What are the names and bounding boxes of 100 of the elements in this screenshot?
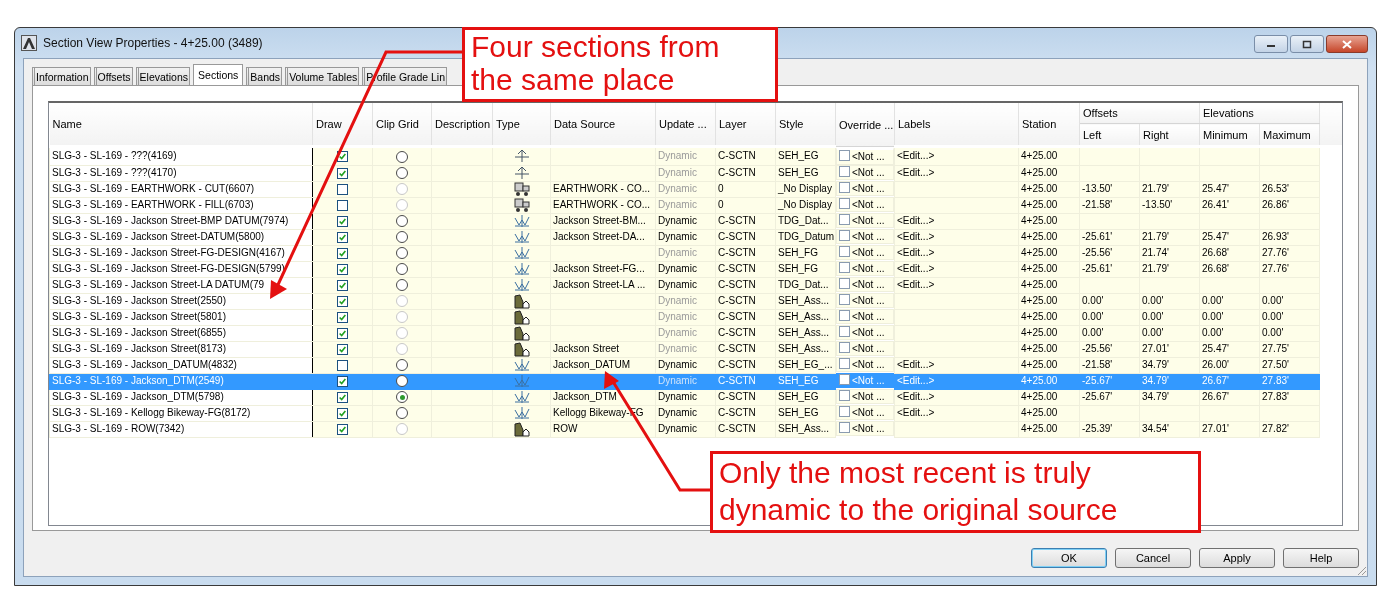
app-icon [21, 35, 37, 51]
column-header[interactable]: Layer [715, 103, 776, 147]
column-header[interactable]: Description [431, 103, 493, 147]
column-header[interactable]: Override ... [835, 103, 895, 147]
override-checkbox[interactable] [839, 342, 850, 353]
draw-checkbox[interactable] [337, 215, 348, 227]
tab[interactable]: Bands [246, 67, 283, 85]
override-value: <Not ... [852, 326, 885, 339]
override-value: <Not ... [852, 422, 885, 435]
labels-cell: <Edit...> [894, 146, 1019, 165]
override-checkbox[interactable] [839, 166, 850, 177]
draw-checkbox[interactable] [337, 279, 348, 291]
override-checkbox[interactable] [839, 310, 850, 321]
maximize-button[interactable] [1290, 35, 1324, 53]
override-checkbox[interactable] [839, 358, 850, 369]
style-cell: SEH_EG [775, 146, 836, 165]
window-title: Section View Properties - 4+25.00 (3489) [43, 36, 263, 50]
clip-grid-radio[interactable] [396, 359, 408, 372]
column-header[interactable]: Station [1018, 103, 1080, 147]
draw-checkbox[interactable] [337, 199, 348, 211]
override-value: <Not ... [852, 246, 885, 259]
callout-text: Four sections from the same place [471, 30, 720, 96]
checkmark-icon [338, 151, 347, 163]
dialog-button[interactable]: OK [1031, 548, 1107, 568]
override-checkbox[interactable] [839, 390, 850, 401]
close-button[interactable] [1326, 35, 1368, 53]
draw-checkbox[interactable] [337, 359, 348, 371]
draw-checkbox[interactable] [337, 167, 348, 179]
column-header[interactable]: Type [492, 103, 551, 147]
station-cell: 4+25.00 [1018, 146, 1080, 165]
dialog-button[interactable]: Apply [1199, 548, 1275, 568]
override-value: <Not ... [852, 198, 885, 211]
column-group-header: Offsets [1079, 103, 1200, 124]
minimize-button[interactable] [1254, 35, 1288, 53]
column-header[interactable]: Name [49, 103, 313, 147]
clip-grid-radio[interactable] [396, 215, 408, 228]
tab[interactable]: Elevations [135, 67, 191, 85]
override-value: <Not ... [852, 182, 885, 195]
clip-grid-radio[interactable] [396, 407, 408, 420]
override-checkbox[interactable] [839, 214, 850, 225]
draw-checkbox[interactable] [337, 295, 348, 307]
override-checkbox[interactable] [839, 230, 850, 241]
override-value: <Not ... [852, 278, 885, 291]
tab[interactable]: Information [32, 67, 91, 85]
override-checkbox[interactable] [839, 374, 850, 385]
column-header[interactable]: Style [775, 103, 836, 147]
override-checkbox[interactable] [839, 150, 850, 161]
override-checkbox[interactable] [839, 262, 850, 273]
draw-checkbox[interactable] [337, 391, 348, 403]
override-checkbox[interactable] [839, 198, 850, 209]
clip-grid-radio[interactable] [396, 150, 408, 163]
override-value: <Not ... [852, 406, 885, 419]
override-value: <Not ... [852, 294, 885, 307]
override-value: <Not ... [852, 358, 885, 371]
tab[interactable]: Offsets [93, 67, 133, 85]
dialog-button[interactable]: Help [1283, 548, 1359, 568]
column-header[interactable]: Clip Grid [372, 103, 432, 147]
tab[interactable]: Volume Tables [285, 67, 360, 85]
clip-grid-radio[interactable] [396, 391, 408, 404]
maximize-icon [1302, 39, 1312, 49]
tab[interactable]: Sections [193, 64, 244, 85]
clip-grid-radio[interactable] [396, 231, 408, 244]
column-header[interactable]: Labels [894, 103, 1019, 147]
override-value: <Not ... [852, 230, 885, 243]
column-group-header: Elevations [1199, 103, 1320, 124]
draw-checkbox[interactable] [337, 343, 348, 355]
draw-checkbox[interactable] [337, 183, 348, 195]
override-value: <Not ... [852, 214, 885, 227]
clip-grid-radio[interactable] [396, 167, 408, 180]
resize-grip-icon [1355, 564, 1367, 576]
update-cell: Dynamic [655, 146, 716, 165]
draw-checkbox[interactable] [337, 263, 348, 275]
override-checkbox[interactable] [839, 182, 850, 193]
override-value: <Not ... [852, 310, 885, 323]
draw-checkbox[interactable] [337, 327, 348, 339]
column-header[interactable]: Data Source [550, 103, 656, 147]
draw-checkbox[interactable] [337, 375, 348, 387]
name-cell: SLG-3 - SL-169 - ???(4169) [49, 146, 313, 165]
override-checkbox[interactable] [839, 278, 850, 289]
draw-checkbox[interactable] [337, 247, 348, 259]
draw-checkbox[interactable] [337, 151, 348, 163]
override-checkbox[interactable] [839, 326, 850, 337]
override-checkbox[interactable] [839, 406, 850, 417]
clip-grid-radio[interactable] [396, 263, 408, 276]
override-value: <Not ... [852, 150, 885, 164]
column-header[interactable]: Update ... [655, 103, 716, 147]
draw-checkbox[interactable] [337, 407, 348, 419]
override-checkbox[interactable] [839, 422, 850, 433]
draw-checkbox[interactable] [337, 231, 348, 243]
clip-grid-radio[interactable] [396, 247, 408, 260]
dialog-button[interactable]: Cancel [1115, 548, 1191, 568]
override-checkbox[interactable] [839, 246, 850, 257]
override-checkbox[interactable] [839, 294, 850, 305]
close-icon [1342, 39, 1352, 49]
draw-checkbox[interactable] [337, 311, 348, 323]
override-value: <Not ... [852, 166, 885, 179]
callout-text: Only the most recent is truly dynamic to the original source [719, 456, 1118, 526]
clip-grid-radio[interactable] [396, 279, 408, 292]
draw-checkbox[interactable] [337, 423, 348, 435]
clip-grid-radio[interactable] [396, 375, 408, 388]
